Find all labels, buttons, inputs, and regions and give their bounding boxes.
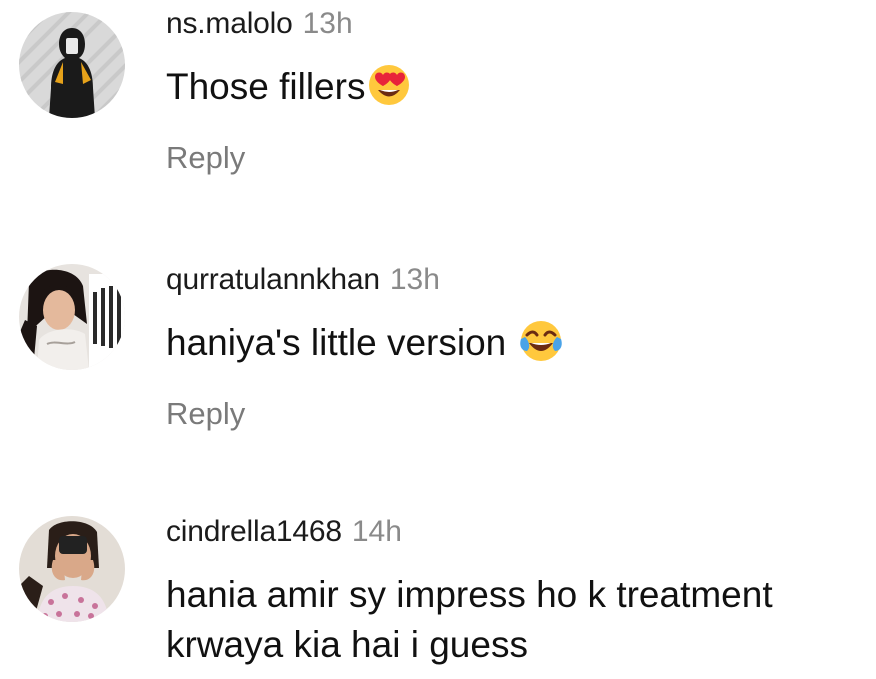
comment-text: hania amir sy impress ho k treatment krw… [166, 570, 866, 670]
comment-text-content: haniya's little version [166, 322, 517, 363]
comment-text: haniya's little version [166, 318, 866, 376]
comment-text-line: krwaya kia hai i guess [166, 624, 528, 665]
comment-item: cindrella1468 14h hania amir sy impress h… [0, 510, 876, 679]
comment-username[interactable]: qurratulannkhan [166, 263, 380, 296]
comment-username[interactable]: ns.malolo [166, 7, 293, 40]
heart-eyes-emoji-icon [367, 63, 411, 120]
avatar[interactable] [19, 264, 125, 370]
comment-time: 13h [302, 7, 353, 40]
comment-meta: qurratulannkhan 13h [166, 262, 866, 298]
comment-item: ns.malolo 13h Those fillers Reply [0, 0, 876, 200]
comment-username[interactable]: cindrella1468 [166, 515, 342, 548]
comment-meta: cindrella1468 14h [166, 514, 866, 550]
reply-button[interactable]: Reply [166, 138, 245, 178]
comment-item: qurratulannkhan 13h haniya's little versi… [0, 258, 876, 458]
reply-button[interactable]: Reply [166, 394, 245, 434]
comment-text-line: hania amir sy impress ho k treatment [166, 574, 773, 615]
avatar[interactable] [19, 516, 125, 622]
comment-time: 14h [351, 515, 402, 548]
comment-text-content: Those fillers [166, 66, 366, 107]
comment-time: 13h [389, 263, 440, 296]
tears-of-joy-emoji-icon [519, 319, 563, 376]
comment-meta: ns.malolo 13h [166, 6, 866, 42]
comment-text: Those fillers [166, 62, 866, 120]
avatar[interactable] [19, 12, 125, 118]
